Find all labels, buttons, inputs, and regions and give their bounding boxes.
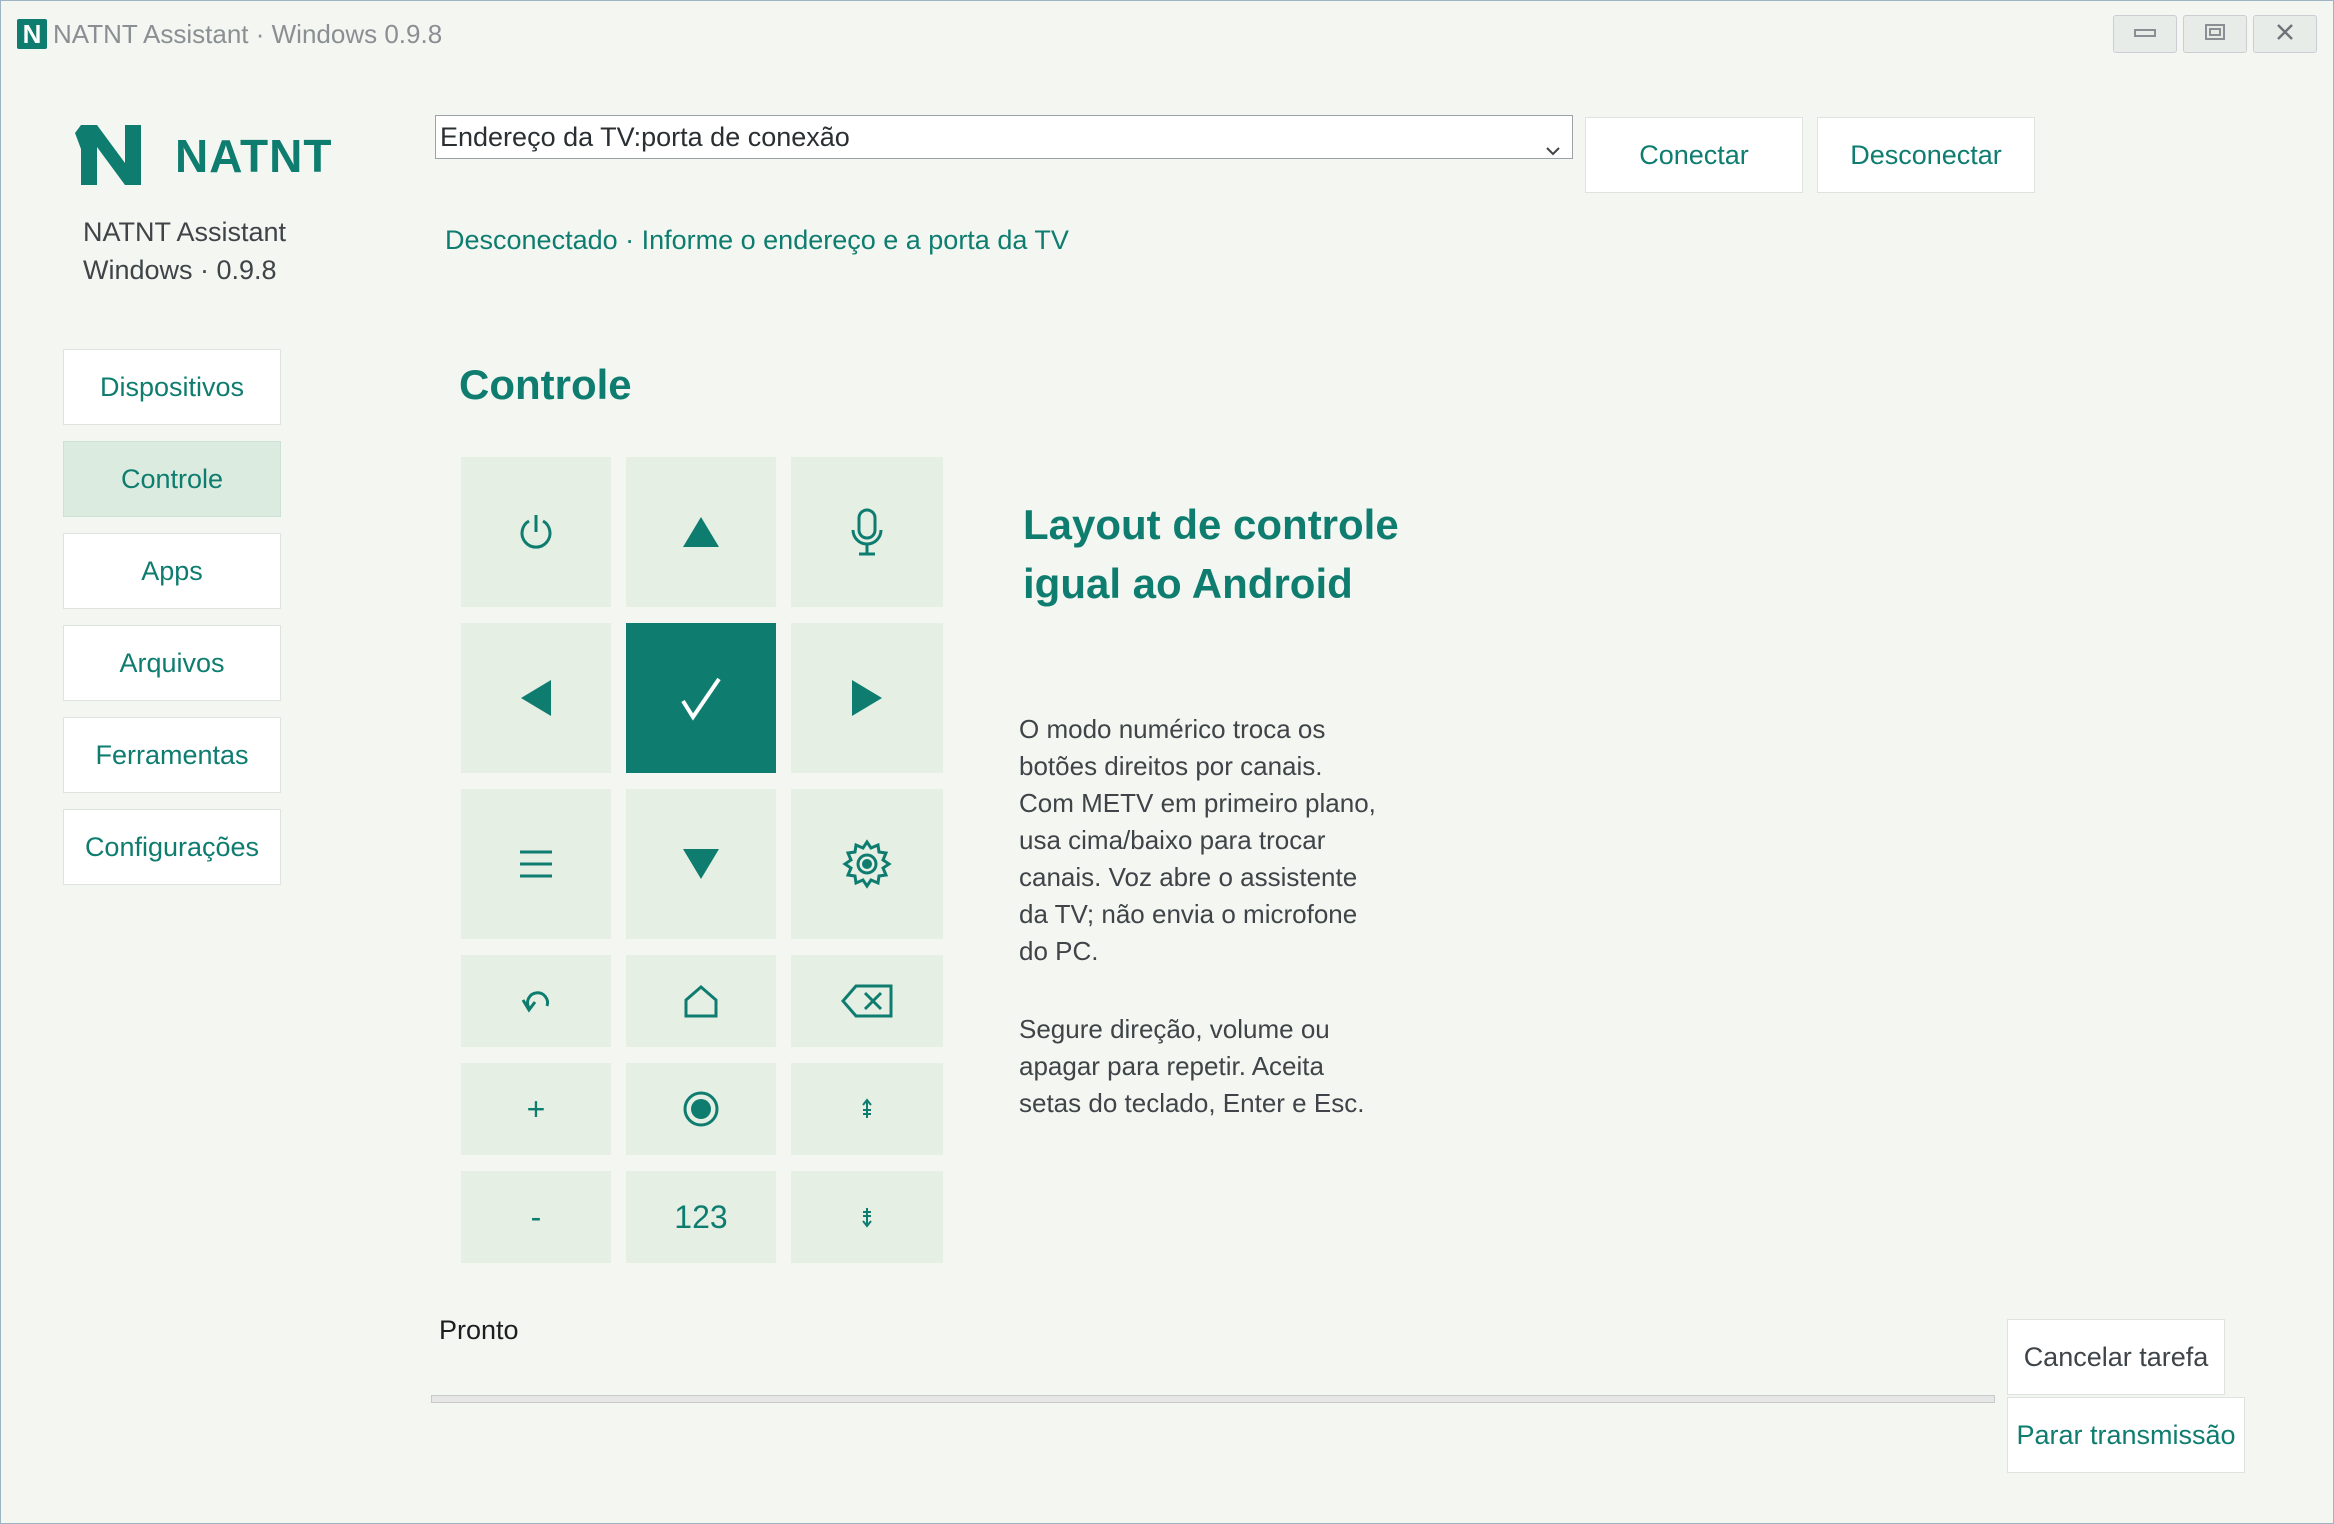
page-title: Controle	[459, 361, 632, 408]
sidebar-item-arquivos[interactable]: Arquivos	[63, 625, 281, 701]
stop-streaming-button[interactable]: Parar transmissão	[2007, 1397, 2245, 1473]
channel-up-button[interactable]	[791, 1063, 943, 1155]
power-button[interactable]	[461, 457, 611, 607]
close-button[interactable]	[2253, 15, 2317, 53]
cancel-task-button[interactable]: Cancelar tarefa	[2007, 1319, 2225, 1395]
backspace-icon	[840, 983, 894, 1019]
minimize-button[interactable]	[2113, 15, 2177, 53]
home-icon	[683, 983, 719, 1019]
record-button[interactable]	[626, 1063, 776, 1155]
app-window: N NATNT Assistant · Windows 0.9.8 NATNT …	[0, 0, 2334, 1524]
undo-arrow-icon	[519, 988, 553, 1014]
minimize-icon	[2134, 25, 2156, 43]
settings-button[interactable]	[791, 789, 943, 939]
disconnect-button[interactable]: Desconectar	[1817, 117, 2035, 193]
numeric-label: 123	[674, 1198, 728, 1235]
checkmark-icon	[679, 675, 723, 721]
right-button[interactable]	[791, 623, 943, 773]
small-arrow-down-icon	[860, 1206, 874, 1228]
power-icon	[515, 511, 557, 553]
channel-down-button[interactable]	[791, 1171, 943, 1263]
sidebar-item-configuracoes[interactable]: Configurações	[63, 809, 281, 885]
triangle-right-icon	[850, 678, 884, 718]
triangle-up-icon	[681, 515, 721, 549]
brand-name: NATNT	[175, 130, 333, 182]
connection-status: Desconectado · Informe o endereço e a po…	[445, 225, 1069, 255]
volume-down-button[interactable]: -	[461, 1171, 611, 1263]
title-bar: N NATNT Assistant · Windows 0.9.8	[1, 1, 2333, 57]
triangle-down-icon	[681, 847, 721, 881]
connect-button[interactable]: Conectar	[1585, 117, 1803, 193]
info-paragraph-2: Segure direção, volume ou apagar para re…	[1019, 1014, 1365, 1118]
info-paragraph-1: O modo numérico troca os botões direitos…	[1019, 714, 1376, 966]
brand-logo-icon	[75, 119, 147, 191]
up-button[interactable]	[626, 457, 776, 607]
sidebar-item-controle[interactable]: Controle	[63, 441, 281, 517]
app-version-label: Windows · 0.9.8	[83, 255, 277, 285]
down-button[interactable]	[626, 789, 776, 939]
app-icon: N	[17, 19, 47, 49]
gear-icon	[842, 839, 892, 889]
sidebar-item-ferramentas[interactable]: Ferramentas	[63, 717, 281, 793]
ok-button[interactable]	[626, 623, 776, 773]
volume-up-button[interactable]: +	[461, 1063, 611, 1155]
delete-button[interactable]	[791, 955, 943, 1047]
app-info: NATNT Assistant Windows · 0.9.8	[83, 213, 286, 289]
home-button[interactable]	[626, 955, 776, 1047]
tv-address-combobox[interactable]: Endereço da TV:porta de conexão	[435, 115, 1573, 159]
info-title: Layout de controle igual ao Android	[1023, 501, 1399, 607]
triangle-left-icon	[519, 678, 553, 718]
voice-button[interactable]	[791, 457, 943, 607]
small-arrow-up-icon	[860, 1098, 874, 1120]
back-button[interactable]	[461, 955, 611, 1047]
maximize-icon	[2205, 23, 2225, 45]
volume-down-label: -	[530, 1198, 542, 1235]
sidebar-item-dispositivos[interactable]: Dispositivos	[63, 349, 281, 425]
menu-button[interactable]	[461, 789, 611, 939]
maximize-button[interactable]	[2183, 15, 2247, 53]
close-icon	[2275, 22, 2295, 47]
window-title: NATNT Assistant · Windows 0.9.8	[53, 19, 443, 49]
chevron-down-icon[interactable]	[1544, 129, 1562, 156]
app-name-label: NATNT Assistant	[83, 217, 287, 247]
left-button[interactable]	[461, 623, 611, 773]
progress-bar	[431, 1395, 1995, 1403]
footer-status: Pronto	[439, 1315, 519, 1345]
sidebar-item-apps[interactable]: Apps	[63, 533, 281, 609]
record-icon	[682, 1090, 720, 1128]
microphone-icon	[849, 508, 885, 556]
tv-address-value: Endereço da TV:porta de conexão	[440, 122, 850, 152]
volume-up-label: +	[526, 1090, 546, 1127]
hamburger-icon	[518, 849, 554, 879]
numeric-button[interactable]: 123	[626, 1171, 776, 1263]
